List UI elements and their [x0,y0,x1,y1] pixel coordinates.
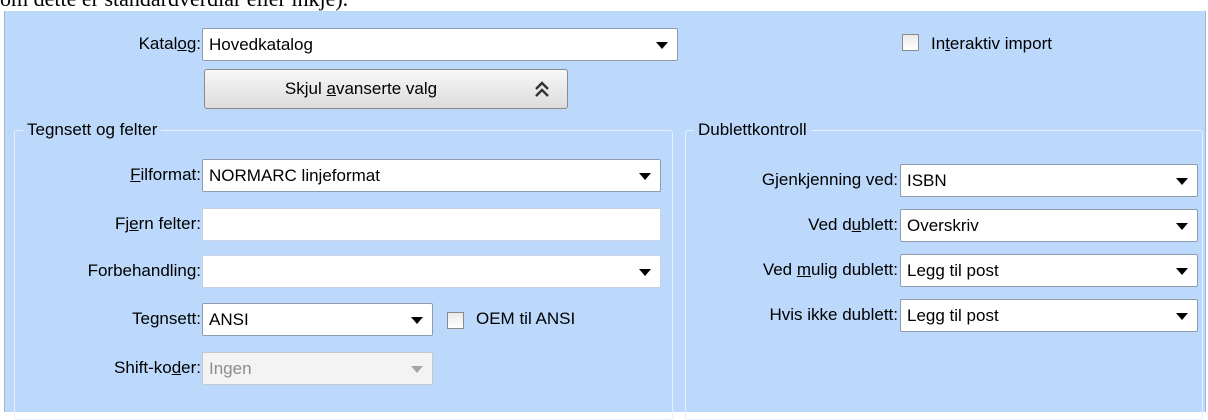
fjern-felter-input[interactable] [202,208,661,241]
oem-til-ansi-label: OEM til ANSI [476,309,576,328]
chevron-down-icon [656,42,668,49]
shift-koder-value: Ingen [209,359,252,378]
shift-koder-dropdown: Ingen [202,352,433,385]
hvis-ikke-dublett-value: Legg til post [907,306,999,325]
ved-dublett-label: Ved dublett: [808,215,898,234]
chevron-down-icon [1176,268,1188,275]
forbehandling-dropdown[interactable] [202,255,661,288]
document-text-fragment: om dette er standardverdiar eller inkje)… [0,0,348,11]
katalog-label: Katalog: [138,34,201,53]
tegnsett-dropdown[interactable]: ANSI [202,303,433,336]
filformat-value: NORMARC linjeformat [209,166,380,185]
gjenkjenning-value: ISBN [907,171,947,190]
dublett-group-title: Dublettkontroll [694,119,811,141]
ved-dublett-value: Overskriv [907,216,979,235]
tegnsett-label: Tegnsett: [131,309,201,328]
tegnsett-group-title: Tegnsett og felter [23,119,162,141]
chevron-down-icon [639,173,651,180]
toggle-advanced-button[interactable]: Skjul avanserte valg [204,69,568,109]
chevron-down-icon [411,317,423,324]
double-chevron-up-icon [535,81,549,97]
ved-dublett-dropdown[interactable]: Overskriv [900,209,1198,242]
import-dialog: Katalog: Hovedkatalog Interaktiv import … [4,11,1206,420]
ved-mulig-dublett-label: Ved mulig dublett: [762,260,898,279]
fjern-felter-label: Fjern felter: [115,214,201,233]
chevron-down-icon [411,366,423,373]
interaktiv-import-label: Interaktiv import [931,34,1052,53]
katalog-value: Hovedkatalog [209,35,313,54]
filformat-label: Filformat: [130,165,201,184]
chevron-down-icon [639,269,651,276]
hvis-ikke-dublett-label: Hvis ikke dublett: [769,305,899,324]
shift-koder-label: Shift-koder: [114,358,201,377]
oem-til-ansi-checkbox[interactable] [447,312,464,329]
toggle-advanced-label: Skjul avanserte valg [284,79,438,98]
forbehandling-label: Forbehandling: [87,261,201,280]
filformat-dropdown[interactable]: NORMARC linjeformat [202,159,661,192]
interaktiv-import-checkbox[interactable] [902,34,919,51]
chevron-down-icon [1176,313,1188,320]
chevron-down-icon [1176,178,1188,185]
hvis-ikke-dublett-dropdown[interactable]: Legg til post [900,299,1198,332]
ved-mulig-dublett-value: Legg til post [907,261,999,280]
katalog-dropdown[interactable]: Hovedkatalog [202,28,678,61]
tegnsett-value: ANSI [209,310,249,329]
gjenkjenning-dropdown[interactable]: ISBN [900,164,1198,197]
gjenkjenning-label: Gjenkjenning ved: [761,170,898,189]
chevron-down-icon [1176,223,1188,230]
ved-mulig-dublett-dropdown[interactable]: Legg til post [900,254,1198,287]
